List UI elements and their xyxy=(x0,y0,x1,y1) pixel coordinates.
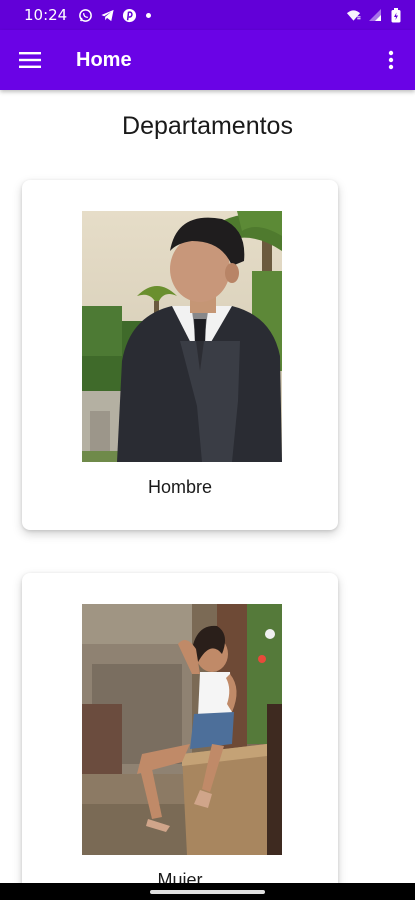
status-time: 10:24 xyxy=(24,6,68,24)
app-bar: Home xyxy=(0,30,415,90)
pinterest-icon xyxy=(122,8,137,23)
hamburger-menu-icon xyxy=(19,52,41,68)
app-title: Home xyxy=(76,48,132,71)
more-vertical-icon xyxy=(388,50,394,70)
signal-icon xyxy=(367,8,382,23)
department-card-mujer[interactable]: Mujer xyxy=(22,573,338,883)
hombre-photo xyxy=(82,211,282,462)
notification-dot-icon xyxy=(146,12,152,18)
main-content: Departamentos Hombre Mujer xyxy=(0,90,415,883)
page-heading: Departamentos xyxy=(122,112,293,140)
hamburger-menu-button[interactable] xyxy=(0,30,60,90)
battery-icon xyxy=(388,7,403,23)
more-options-button[interactable] xyxy=(367,30,415,90)
wifi-icon xyxy=(346,8,361,23)
system-navigation-bar xyxy=(0,883,415,900)
department-card-hombre[interactable]: Hombre xyxy=(22,180,338,530)
status-bar: 10:24 xyxy=(0,0,415,30)
card-label-mujer: Mujer xyxy=(157,870,203,883)
whatsapp-icon xyxy=(78,8,93,23)
home-gesture-handle[interactable] xyxy=(150,890,265,894)
telegram-icon xyxy=(100,8,115,23)
mujer-photo xyxy=(82,604,282,855)
card-label-hombre: Hombre xyxy=(147,477,213,497)
